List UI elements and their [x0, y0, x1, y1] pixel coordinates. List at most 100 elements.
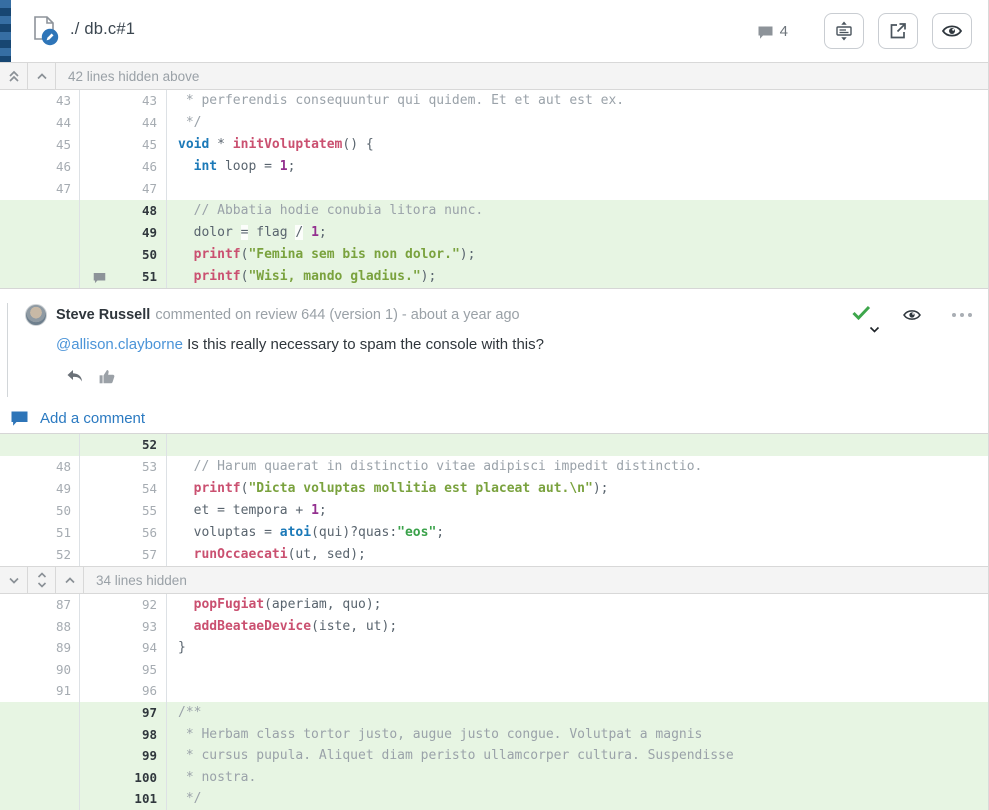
code-text: }	[167, 637, 988, 659]
code-text: // Harum quaerat in distinctio vitae adi…	[167, 456, 988, 478]
code-token-kw: atoi	[280, 525, 311, 540]
code-line[interactable]: 4853 // Harum quaerat in distinctio vita…	[0, 456, 988, 478]
code-line[interactable]: 49 dolor = flag / 1;	[0, 222, 988, 244]
code-line[interactable]: 4954 printf("Dicta voluptas mollitia est…	[0, 478, 988, 500]
new-line-number: 96	[80, 680, 167, 702]
code-line[interactable]: 8994}	[0, 637, 988, 659]
hidden-lines-bar-above: 42 lines hidden above	[0, 62, 988, 90]
old-line-number	[0, 702, 80, 724]
expand-above-button[interactable]	[56, 567, 84, 593]
expand-some-above-button[interactable]	[28, 63, 56, 89]
comment-author: Steve Russell	[56, 307, 150, 323]
old-line-number	[0, 788, 80, 810]
hidden-lines-label: 34 lines hidden	[84, 573, 187, 588]
hidden-lines-bar-middle: 34 lines hidden	[0, 566, 988, 594]
code-line[interactable]: 51 printf("Wisi, mando gladius.");	[0, 266, 988, 288]
comment-marker-icon[interactable]	[92, 271, 107, 285]
code-line[interactable]: 99 * cursus pupula. Aliquet diam peristo…	[0, 745, 988, 767]
expand-below-button[interactable]	[0, 567, 28, 593]
expand-diff-icon	[833, 20, 855, 42]
open-in-new-window-button[interactable]	[878, 13, 918, 49]
chevron-up-icon	[33, 67, 51, 85]
code-line[interactable]: 52	[0, 434, 988, 456]
code-token-plain	[178, 481, 194, 496]
code-token-comment: */	[178, 791, 201, 806]
code-line[interactable]: 5055 et = tempora + 1;	[0, 500, 988, 522]
chevron-down-icon	[869, 326, 880, 333]
code-line[interactable]: 48 // Abbatia hodie conubia litora nunc.	[0, 200, 988, 222]
code-line[interactable]: 8893 addBeataeDevice(iste, ut);	[0, 616, 988, 638]
code-text: runOccaecati(ut, sed);	[167, 544, 988, 566]
code-text: * perferendis consequuntur qui quidem. E…	[167, 90, 988, 112]
add-comment-link[interactable]: Add a comment	[10, 410, 988, 427]
code-token-str: "Dicta voluptas mollitia est placeat aut…	[248, 481, 592, 496]
line-comment-marker[interactable]	[92, 270, 107, 292]
header-actions: 4	[757, 13, 972, 49]
code-token-plain: (iste, ut);	[311, 619, 397, 634]
line-number-value: 45	[142, 137, 157, 152]
code-line[interactable]: 101 */	[0, 788, 988, 810]
new-line-number: 93	[80, 616, 167, 638]
code-line[interactable]: 100 * nostra.	[0, 767, 988, 789]
code-line[interactable]: 9095	[0, 659, 988, 681]
code-text	[167, 659, 988, 681]
external-link-icon	[888, 21, 908, 41]
code-line[interactable]: 4747	[0, 178, 988, 200]
line-number-value: 56	[142, 525, 157, 540]
code-token-plain: () {	[342, 137, 373, 152]
expand-collapse-diff-button[interactable]	[824, 13, 864, 49]
old-line-number: 49	[0, 478, 80, 500]
code-token-num: 1	[311, 503, 319, 518]
new-line-number: 52	[80, 434, 167, 456]
code-line[interactable]: 5257 runOccaecati(ut, sed);	[0, 544, 988, 566]
code-line[interactable]: 4545void * initVoluptatem() {	[0, 134, 988, 156]
code-token-plain	[178, 247, 194, 262]
comment-count-value: 4	[780, 23, 788, 40]
comment-header: Steve Russell commented on review 644 (v…	[8, 303, 988, 327]
code-token-plain	[303, 225, 311, 240]
expand-all-above-button[interactable]	[0, 63, 28, 89]
reply-icon[interactable]	[65, 368, 84, 384]
avatar[interactable]	[25, 304, 47, 326]
line-number-value: 44	[142, 115, 157, 130]
code-line[interactable]: 98 * Herbam class tortor justo, augue ju…	[0, 724, 988, 746]
code-line[interactable]: 5156 voluptas = atoi(qui)?quas:"eos";	[0, 522, 988, 544]
mention-link[interactable]: @allison.clayborne	[56, 336, 183, 353]
old-line-number: 46	[0, 156, 80, 178]
code-line[interactable]: 97/**	[0, 702, 988, 724]
code-line[interactable]: 4343 * perferendis consequuntur qui quid…	[0, 90, 988, 112]
code-text	[167, 680, 988, 702]
thumbs-up-icon[interactable]	[97, 368, 117, 385]
code-line[interactable]: 8792 popFugiat(aperiam, quo);	[0, 594, 988, 616]
line-number-value: 51	[142, 269, 157, 284]
old-line-number: 51	[0, 522, 80, 544]
code-line[interactable]: 4444 */	[0, 112, 988, 134]
resolve-comment-control[interactable]	[851, 304, 872, 326]
comment-header-actions	[851, 304, 972, 326]
unfold-icon	[33, 570, 51, 590]
code-text: popFugiat(aperiam, quo);	[167, 594, 988, 616]
file-header: ./ db.c#1 4	[0, 0, 988, 62]
line-number-value: 52	[142, 437, 157, 452]
old-line-number	[0, 434, 80, 456]
line-number-value: 97	[142, 705, 157, 720]
hidden-lines-label: 42 lines hidden above	[56, 69, 199, 84]
new-line-number: 49	[80, 222, 167, 244]
code-text: et = tempora + 1;	[167, 500, 988, 522]
code-token-fn: printf	[194, 481, 241, 496]
watch-file-button[interactable]	[932, 13, 972, 49]
code-line[interactable]: 9196	[0, 680, 988, 702]
code-token-fn: initVoluptatem	[233, 137, 343, 152]
watch-thread-eye-icon[interactable]	[902, 307, 922, 323]
eye-icon	[941, 22, 963, 40]
line-number-value: 93	[142, 619, 157, 634]
code-token-fn: printf	[194, 247, 241, 262]
expand-all-hidden-button[interactable]	[28, 567, 56, 593]
code-line[interactable]: 50 printf("Femina sem bis non dolor.");	[0, 244, 988, 266]
code-text: addBeataeDevice(iste, ut);	[167, 616, 988, 638]
more-actions-icon[interactable]	[952, 313, 972, 317]
code-line[interactable]: 4646 int loop = 1;	[0, 156, 988, 178]
new-line-number: 47	[80, 178, 167, 200]
line-number-value: 43	[142, 93, 157, 108]
code-text: // Abbatia hodie conubia litora nunc.	[167, 200, 988, 222]
